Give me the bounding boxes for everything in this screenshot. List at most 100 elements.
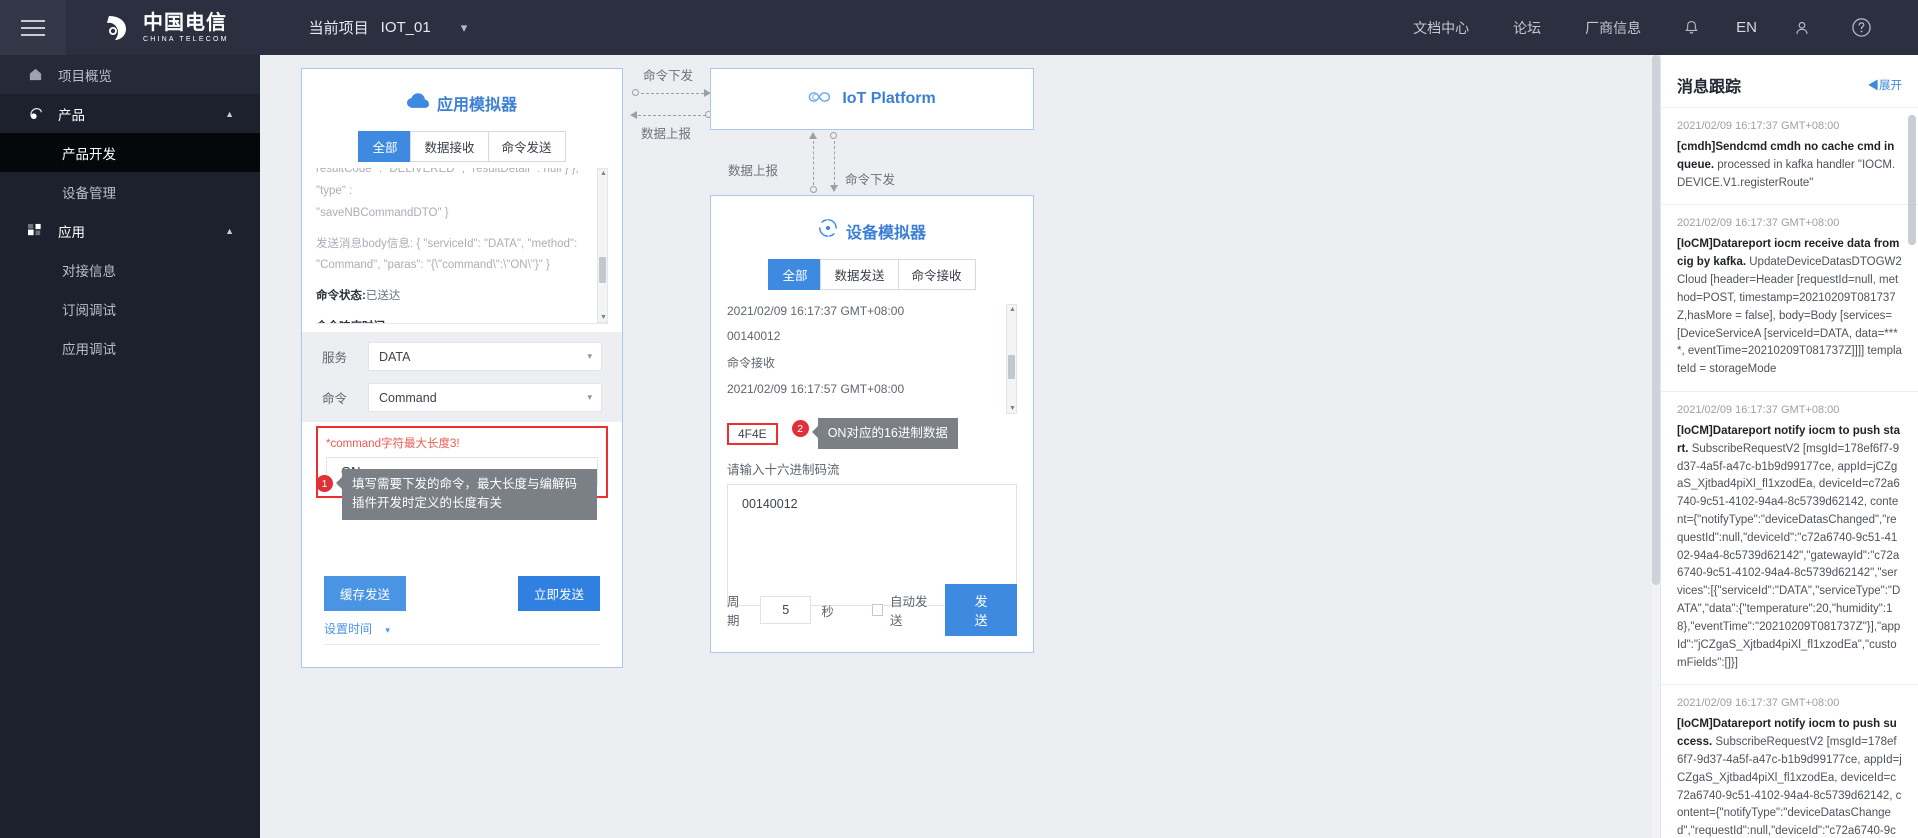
device-scroll-up-icon[interactable]: ▲ (1009, 306, 1016, 313)
auto-send-label: 自动发送 (889, 595, 928, 628)
command-validation-message: *command字符最大长度3! (326, 438, 460, 450)
flow-dash-top (641, 93, 709, 94)
auto-send-checkbox[interactable] (871, 604, 883, 616)
trace-message-text: SubscribeRequestV2 [msgId=178ef6f7-9d37-… (1677, 442, 1901, 669)
canvas-scroll-thumb[interactable] (1652, 55, 1660, 585)
device-scroll-down-icon[interactable]: ▼ (1009, 405, 1016, 412)
trace-expand-button[interactable]: ◀展开 (1868, 77, 1903, 93)
trace-message: [cmdh]Sendcmd cmdh no cache cmd in queue… (1677, 139, 1902, 192)
sidebar-item-project-overview[interactable]: 项目概览 (0, 55, 260, 94)
bell-icon[interactable] (1663, 19, 1720, 36)
tab-app-command-send[interactable]: 命令发送 (487, 131, 566, 162)
sidebar-item-subscription-debug[interactable]: 订阅调试 (0, 289, 260, 328)
home-icon (28, 67, 54, 82)
language-toggle[interactable]: EN (1720, 19, 1773, 36)
callout-1-text: 填写需要下发的命令，最大长度与编解码插件开发时定义的长度有关 (336, 469, 597, 520)
app-log-scrollbar[interactable]: ▲ ▼ (597, 168, 608, 323)
sidebar-item-product-dev[interactable]: 产品开发 (0, 133, 260, 172)
scroll-thumb[interactable] (599, 257, 606, 283)
flow-dash-top2 (638, 115, 706, 116)
flow-arrow-left (630, 111, 637, 119)
trace-item[interactable]: 2021/02/09 16:17:37 GMT+08:00 [IoCM]Data… (1661, 392, 1918, 686)
iot-platform-title: IoT Platform (842, 90, 936, 107)
china-telecom-logo-icon (101, 11, 135, 45)
trace-item[interactable]: 2021/02/09 16:17:37 GMT+08:00 [IoCM]Data… (1661, 685, 1918, 838)
tab-app-all[interactable]: 全部 (358, 131, 411, 162)
set-time-label: 设置时间 (324, 622, 373, 636)
cache-send-button[interactable]: 缓存发送 (324, 576, 407, 611)
trace-timestamp: 2021/02/09 16:17:37 GMT+08:00 (1677, 217, 1840, 230)
help-icon[interactable] (1831, 17, 1892, 38)
device-scroll-thumb[interactable] (1008, 355, 1015, 379)
sidebar-item-app-debug[interactable]: 应用调试 (0, 328, 260, 367)
flow-dot-a (632, 89, 639, 96)
app-sim-form: 服务 DATA ▾ 命令 Command ▾ (302, 332, 622, 422)
callout-1: 1 填写需要下发的命令，最大长度与编解码插件开发时定义的长度有关 (316, 469, 597, 520)
scroll-up-icon[interactable]: ▲ (600, 170, 607, 177)
flow-arrow-up (809, 132, 817, 139)
application-simulator-card: 应用模拟器 全部 数据接收 命令发送 resultCode" : "DELIVE… (301, 68, 623, 668)
sidebar-item-integration-info[interactable]: 对接信息 (0, 250, 260, 289)
main-canvas: 应用模拟器 全部 数据接收 命令发送 resultCode" : "DELIVE… (260, 55, 1660, 838)
device-log-section-cmd-receive: 命令接收 (727, 356, 776, 370)
sidebar-item-device-mgmt[interactable]: 设备管理 (0, 172, 260, 211)
chevron-down-icon-service: ▾ (587, 351, 592, 361)
chevron-up-icon-apps: ▲ (225, 225, 234, 236)
trace-item[interactable]: 2021/02/09 16:17:37 GMT+08:00 [cmdh]Send… (1661, 108, 1918, 206)
flow-label-data-report-side: 数据上报 (728, 164, 779, 178)
device-simulator-title: 设备模拟器 (845, 224, 926, 242)
hex-highlight-row: 4F4E 2 ON对应的16进制数据 (727, 418, 1017, 450)
tab-app-data-receive[interactable]: 数据接收 (410, 131, 488, 162)
application-simulator-title: 应用模拟器 (436, 97, 517, 114)
project-label: 当前项目 (308, 20, 369, 37)
trace-header: 消息跟踪 ◀展开 (1661, 55, 1918, 107)
trace-message: [IoCM]Datareport notify iocm to push sta… (1677, 423, 1902, 672)
trace-item[interactable]: 2021/02/09 16:17:37 GMT+08:00 [IoCM]Data… (1661, 205, 1918, 392)
brand-text: 中国电信 CHINA TELECOM (143, 13, 229, 43)
device-log-payload-1: 00140012 (727, 329, 781, 343)
chevron-down-icon: ▾ (460, 19, 468, 35)
app-log-line-4: "Command", "paras": "{\"command\":\"ON\"… (316, 259, 550, 272)
sidebar-label-app-debug: 应用调试 (62, 341, 116, 357)
period-unit: 秒 (821, 604, 834, 619)
device-send-button[interactable]: 发送 (945, 584, 1017, 636)
user-icon[interactable] (1773, 19, 1831, 37)
hamburger-icon[interactable] (0, 0, 66, 55)
service-select[interactable]: DATA ▾ (368, 342, 602, 371)
sidebar-item-apps[interactable]: 应用 ▲ (0, 211, 260, 250)
header-link-vendor[interactable]: 厂商信息 (1563, 18, 1663, 38)
callout-2: 2 ON对应的16进制数据 (791, 418, 958, 450)
command-select[interactable]: Command ▾ (368, 383, 602, 412)
tab-device-command-receive[interactable]: 命令接收 (897, 259, 976, 290)
app-sim-divider (316, 323, 608, 324)
scroll-down-icon[interactable]: ▼ (600, 314, 607, 321)
header-link-docs[interactable]: 文档中心 (1391, 18, 1491, 38)
device-sim-tabs: 全部 数据发送 命令接收 (711, 259, 1033, 290)
project-selector[interactable]: 当前项目 IOT_01 ▾ (309, 17, 468, 38)
chevron-up-icon-product: ▲ (225, 108, 234, 119)
received-hex-value: 4F4E (727, 422, 778, 445)
device-log-scrollbar[interactable]: ▲ ▼ (1006, 304, 1017, 414)
trace-scrollbar[interactable] (1908, 115, 1916, 815)
sidebar-label-product: 产品 (58, 107, 85, 123)
command-row: 命令 Command ▾ (302, 377, 622, 418)
trace-scroll-thumb[interactable] (1908, 115, 1916, 245)
set-time-toggle[interactable]: 设置时间 ▾ (324, 620, 390, 637)
send-now-button[interactable]: 立即发送 (517, 576, 600, 611)
period-input[interactable]: 5 (759, 596, 812, 624)
chevron-down-icon-settime: ▾ (385, 625, 390, 635)
app-log-status-value: 已送达 (365, 290, 401, 303)
sidebar-label-subscription-debug: 订阅调试 (62, 302, 116, 318)
tab-device-data-send[interactable]: 数据发送 (820, 259, 898, 290)
flow-label-data-report-top: 数据上报 (641, 127, 692, 141)
command-value: Command (379, 390, 437, 405)
auto-send-group[interactable]: 自动发送 (871, 591, 935, 629)
app-log-line-2: "saveNBCommandDTO" } (316, 206, 449, 219)
header-link-forum[interactable]: 论坛 (1491, 18, 1563, 38)
product-icon (28, 106, 54, 122)
canvas-scrollbar[interactable] (1652, 55, 1660, 838)
device-simulator-title-row: 设备模拟器 (711, 196, 1033, 243)
sidebar-label-apps: 应用 (58, 224, 85, 240)
sidebar-item-product[interactable]: 产品 ▲ (0, 94, 260, 133)
tab-device-all[interactable]: 全部 (768, 259, 821, 290)
